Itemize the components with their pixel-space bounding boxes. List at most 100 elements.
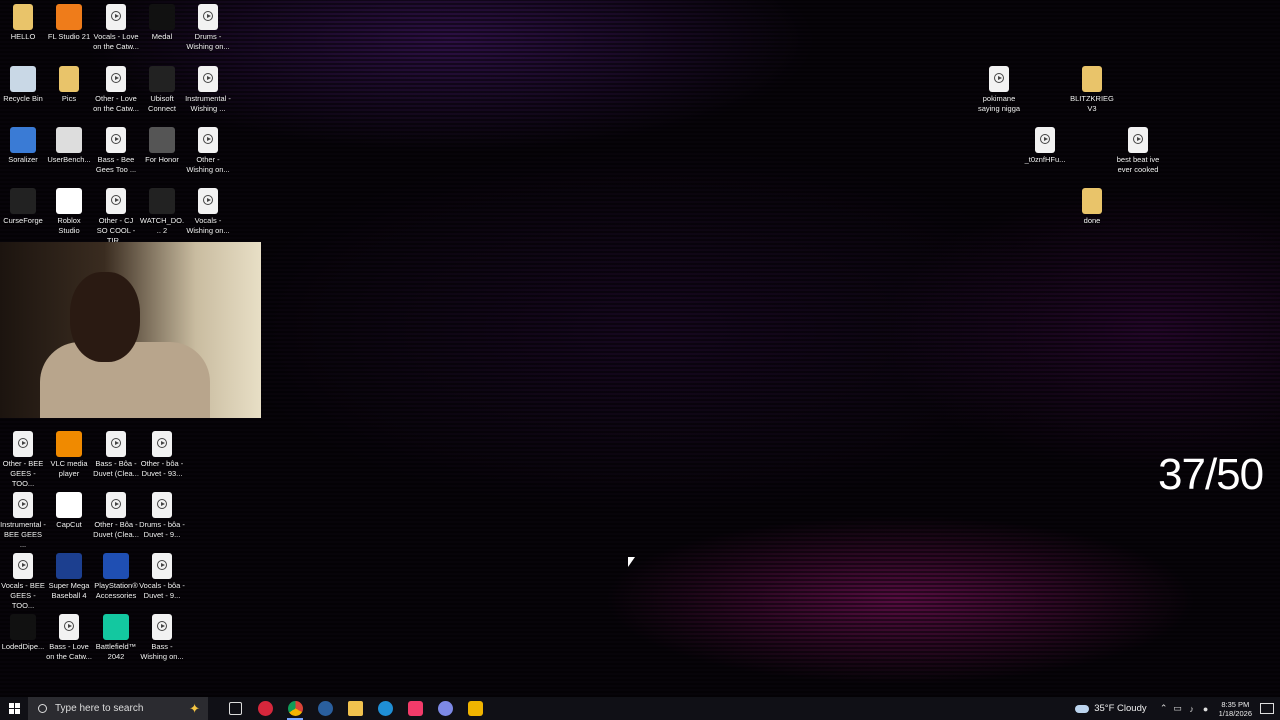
desktop-icon[interactable]: Other - Bôa - Duvet (Clea... [93,492,139,540]
desktop-icon[interactable]: FL Studio 21 [46,4,92,42]
desktop-icon[interactable]: Vocals - Wishing on... [185,188,231,236]
abc-icon [10,614,36,640]
media-file-icon [13,431,33,457]
itunes-icon[interactable] [400,697,430,720]
microphone-icon[interactable]: ● [1199,704,1213,714]
volume-icon[interactable]: ♪ [1185,704,1199,714]
desktop-icon-label: Drums - bôa - Duvet - 9... [139,520,185,539]
desktop-icon[interactable]: Vocals - BEE GEES - TOO... [0,553,46,611]
desktop-icon[interactable]: Instrumental - Wishing ... [185,66,231,114]
desktop-icon[interactable]: Medal [139,4,185,42]
desktop-icon[interactable]: Recycle Bin [0,66,46,104]
clock[interactable]: 8:35 PM 1/18/2026 [1219,700,1252,718]
desktop-icon-label: Vocals - Wishing on... [186,216,230,235]
desktop-icon-label: Other - Wishing on... [186,155,230,174]
desktop-icon-label: Recycle Bin [3,94,43,103]
copilot-icon: ✦ [189,700,200,716]
app-icon [10,127,36,153]
chevron-up-icon[interactable]: ⌃ [1157,703,1171,714]
weather-widget[interactable]: 35°F Cloudy [1075,703,1147,714]
file-explorer-icon[interactable] [340,697,370,720]
desktop-icon[interactable]: Other - CJ SO COOL - TIR... [93,188,139,246]
desktop-icon[interactable]: LodedDipe... [0,614,46,652]
desktop-icon[interactable]: Soralizer [0,127,46,165]
desktop-icon[interactable]: Bass - Love on the Catw... [46,614,92,662]
desktop-icon[interactable]: For Honor [139,127,185,165]
desktop-icon[interactable]: Bass - Bee Gees Too ... [93,127,139,175]
desktop-icon-label: Pics [61,94,77,103]
desktop-icon-label: Instrumental - BEE GEES ... [0,520,46,549]
desktop-icon[interactable]: VLC media player [46,431,92,479]
network-icon[interactable]: ▭ [1171,703,1185,714]
task-view-icon[interactable] [220,697,250,720]
ubisoft-icon [149,66,175,92]
folder-icon [1082,66,1102,92]
desktop-icon[interactable]: Roblox Studio [46,188,92,236]
desktop-icon[interactable]: Bass - Wishing on... [139,614,185,662]
desktop-icon[interactable]: pokimane saying nigga [976,66,1022,114]
desktop-icon-label: UserBench... [47,155,91,164]
desktop-icon[interactable]: Vocals - bôa - Duvet - 9... [139,553,185,601]
media-file-icon [1128,127,1148,153]
desktop-icon[interactable]: done [1069,188,1115,226]
media-file-icon [13,492,33,518]
desktop-icon[interactable]: UserBench... [46,127,92,165]
desktop-icon-label: Other - Love on the Catw... [93,94,139,113]
media-file-icon [106,188,126,214]
app-icon[interactable] [460,697,490,720]
edge-icon[interactable] [370,697,400,720]
desktop-icon[interactable]: CapCut [46,492,92,530]
search-placeholder: Type here to search [55,703,144,714]
desktop-icon[interactable]: PlayStation® Accessories [93,553,139,601]
roblox-studio-icon [56,188,82,214]
vlc-icon [56,431,82,457]
media-file-icon [989,66,1009,92]
playstation-icon [103,553,129,579]
desktop-icon[interactable]: Super Mega Baseball 4 [46,553,92,601]
clock-date: 1/18/2026 [1218,708,1252,718]
media-file-icon [59,614,79,640]
desktop-icon-label: done [1083,216,1101,225]
desktop-icon[interactable]: best beat ive ever cooked [1115,127,1161,175]
media-file-icon [106,127,126,153]
steam-icon[interactable] [310,697,340,720]
media-file-icon [106,492,126,518]
desktop-icon[interactable]: Other - Love on the Catw... [93,66,139,114]
desktop-icon-label: Soralizer [8,155,38,164]
desktop-icon[interactable]: Vocals - Love on the Catw... [93,4,139,52]
opera-gx-icon[interactable] [250,697,280,720]
desktop-icon-label: CapCut [56,520,82,529]
media-file-icon [106,431,126,457]
desktop-icon[interactable]: BLITZKRIEG V3 [1069,66,1115,114]
battlefield-icon [103,614,129,640]
desktop-icon-label: LodedDipe... [1,642,45,651]
windows-icon [8,703,20,714]
desktop-icon[interactable]: Other - Wishing on... [185,127,231,175]
desktop-icon-label: _t0znfHFu... [1024,155,1066,164]
desktop-icon[interactable]: Drums - bôa - Duvet - 9... [139,492,185,540]
webcam-overlay [0,242,261,418]
desktop-icon-label: Bass - Bee Gees Too ... [95,155,137,174]
notification-icon[interactable] [1260,703,1274,714]
medal-icon [149,4,175,30]
desktop-icon[interactable]: Drums - Wishing on... [185,4,231,52]
desktop-icon[interactable]: _t0znfHFu... [1022,127,1068,165]
desktop-icon[interactable]: Other - bôa - Duvet - 93... [139,431,185,479]
desktop-icon-label: PlayStation® Accessories [94,581,138,600]
desktop-icon[interactable]: HELLO [0,4,46,42]
folder-icon [59,66,79,92]
desktop-icon[interactable]: Bass - Bôa - Duvet (Clea... [93,431,139,479]
desktop-icon[interactable]: WATCH_DO... 2 [139,188,185,236]
desktop-icon[interactable]: Other - BEE GEES - TOO... [0,431,46,489]
chrome-icon[interactable] [280,697,310,720]
desktop-icon[interactable]: Battlefield™ 2042 [93,614,139,662]
desktop-icon-label: Other - bôa - Duvet - 93... [140,459,184,478]
desktop-icon[interactable]: Pics [46,66,92,104]
search-box[interactable]: Type here to search ✦ [28,697,208,720]
discord-icon[interactable] [430,697,460,720]
desktop-icon[interactable]: CurseForge [0,188,46,226]
media-file-icon [13,553,33,579]
desktop-icon[interactable]: Ubisoft Connect [139,66,185,114]
desktop-icon[interactable]: Instrumental - BEE GEES ... [0,492,46,550]
start-button[interactable] [0,697,28,720]
